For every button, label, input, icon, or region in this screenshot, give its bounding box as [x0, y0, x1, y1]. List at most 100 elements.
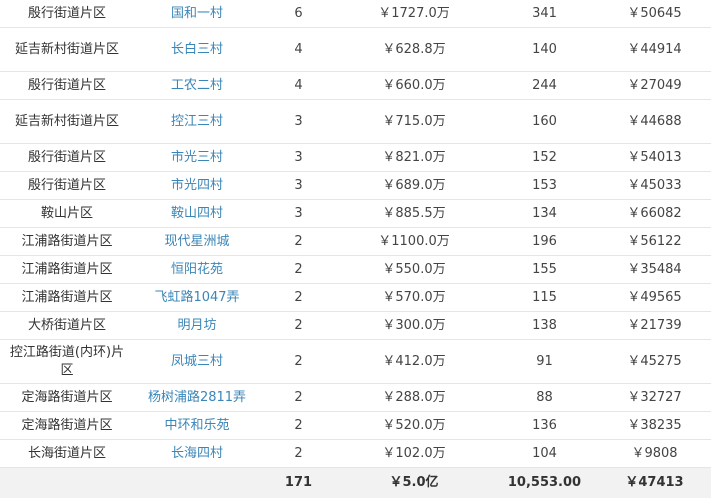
area-cell: 244: [491, 72, 598, 100]
area-cell: 140: [491, 28, 598, 72]
table-row: 江浦路街道片区 恒阳花苑 2 ￥550.0万 155 ￥35484: [0, 256, 711, 284]
table-row: 殷行街道片区 国和一村 6 ￥1727.0万 341 ￥50645: [0, 0, 711, 28]
area-cell: 88: [491, 384, 598, 412]
community-link[interactable]: 中环和乐苑: [164, 418, 229, 433]
table-row: 定海路街道片区 杨树浦路2811弄 2 ￥288.0万 88 ￥32727: [0, 384, 711, 412]
district-cell: 殷行街道片区: [0, 144, 134, 172]
community-cell: 现代星洲城: [134, 228, 260, 256]
unit-price-cell: ￥45275: [598, 340, 711, 384]
community-link[interactable]: 控江三村: [171, 114, 223, 129]
community-link[interactable]: 现代星洲城: [164, 234, 229, 249]
unit-price-cell: ￥44688: [598, 100, 711, 144]
community-link[interactable]: 鞍山四村: [171, 206, 223, 221]
district-cell: 江浦路街道片区: [0, 256, 134, 284]
table-row: 江浦路街道片区 现代星洲城 2 ￥1100.0万 196 ￥56122: [0, 228, 711, 256]
district-cell: 定海路街道片区: [0, 412, 134, 440]
count-cell: 3: [260, 200, 337, 228]
community-cell: 长白三村: [134, 28, 260, 72]
unit-price-cell: ￥27049: [598, 72, 711, 100]
totals-total-price-cell: ￥5.0亿: [337, 468, 491, 498]
district-cell: 长海街道片区: [0, 440, 134, 468]
unit-price-cell: ￥32727: [598, 384, 711, 412]
community-link[interactable]: 长海四村: [171, 446, 223, 461]
community-cell: 鞍山四村: [134, 200, 260, 228]
community-cell: 恒阳花苑: [134, 256, 260, 284]
table-row: 殷行街道片区 市光四村 3 ￥689.0万 153 ￥45033: [0, 172, 711, 200]
count-cell: 2: [260, 256, 337, 284]
area-cell: 115: [491, 284, 598, 312]
district-cell: 殷行街道片区: [0, 0, 134, 28]
count-cell: 2: [260, 312, 337, 340]
table-row: 殷行街道片区 工农二村 4 ￥660.0万 244 ￥27049: [0, 72, 711, 100]
count-cell: 2: [260, 284, 337, 312]
unit-price-cell: ￥35484: [598, 256, 711, 284]
community-link[interactable]: 市光四村: [171, 178, 223, 193]
table-row: 鞍山片区 鞍山四村 3 ￥885.5万 134 ￥66082: [0, 200, 711, 228]
community-link[interactable]: 工农二村: [171, 78, 223, 93]
community-cell: 长海四村: [134, 440, 260, 468]
area-cell: 160: [491, 100, 598, 144]
community-link[interactable]: 飞虹路1047弄: [154, 290, 239, 305]
count-cell: 2: [260, 440, 337, 468]
community-link[interactable]: 明月坊: [177, 318, 216, 333]
total-price-cell: ￥885.5万: [337, 200, 491, 228]
community-cell: 中环和乐苑: [134, 412, 260, 440]
totals-count-cell: 171: [260, 468, 337, 498]
table-body: 殷行街道片区 国和一村 6 ￥1727.0万 341 ￥50645 延吉新村街道…: [0, 0, 711, 498]
table-row: 大桥街道片区 明月坊 2 ￥300.0万 138 ￥21739: [0, 312, 711, 340]
totals-row: 171 ￥5.0亿 10,553.00 ￥47413: [0, 468, 711, 498]
area-cell: 155: [491, 256, 598, 284]
unit-price-cell: ￥50645: [598, 0, 711, 28]
table-row: 江浦路街道片区 飞虹路1047弄 2 ￥570.0万 115 ￥49565: [0, 284, 711, 312]
count-cell: 2: [260, 412, 337, 440]
count-cell: 3: [260, 144, 337, 172]
community-link[interactable]: 恒阳花苑: [171, 262, 223, 277]
totals-district-cell: [0, 468, 134, 498]
unit-price-cell: ￥38235: [598, 412, 711, 440]
area-cell: 138: [491, 312, 598, 340]
community-link[interactable]: 国和一村: [171, 6, 223, 21]
totals-unit-price-cell: ￥47413: [598, 468, 711, 498]
area-cell: 134: [491, 200, 598, 228]
table-row: 延吉新村街道片区 控江三村 3 ￥715.0万 160 ￥44688: [0, 100, 711, 144]
count-cell: 4: [260, 72, 337, 100]
total-price-cell: ￥628.8万: [337, 28, 491, 72]
community-cell: 工农二村: [134, 72, 260, 100]
community-cell: 杨树浦路2811弄: [134, 384, 260, 412]
total-price-cell: ￥821.0万: [337, 144, 491, 172]
district-cell: 延吉新村街道片区: [0, 28, 134, 72]
table-row: 长海街道片区 长海四村 2 ￥102.0万 104 ￥9808: [0, 440, 711, 468]
unit-price-cell: ￥49565: [598, 284, 711, 312]
total-price-cell: ￥715.0万: [337, 100, 491, 144]
community-link[interactable]: 凤城三村: [171, 354, 223, 369]
count-cell: 6: [260, 0, 337, 28]
table-row: 控江路街道(内环)片区 凤城三村 2 ￥412.0万 91 ￥45275: [0, 340, 711, 384]
area-cell: 136: [491, 412, 598, 440]
community-link[interactable]: 市光三村: [171, 150, 223, 165]
totals-community-cell: [134, 468, 260, 498]
totals-area-cell: 10,553.00: [491, 468, 598, 498]
area-cell: 196: [491, 228, 598, 256]
table-row: 延吉新村街道片区 长白三村 4 ￥628.8万 140 ￥44914: [0, 28, 711, 72]
total-price-cell: ￥102.0万: [337, 440, 491, 468]
community-cell: 飞虹路1047弄: [134, 284, 260, 312]
district-cell: 鞍山片区: [0, 200, 134, 228]
community-cell: 市光四村: [134, 172, 260, 200]
count-cell: 3: [260, 172, 337, 200]
total-price-cell: ￥660.0万: [337, 72, 491, 100]
district-cell: 定海路街道片区: [0, 384, 134, 412]
unit-price-cell: ￥56122: [598, 228, 711, 256]
community-cell: 国和一村: [134, 0, 260, 28]
district-cell: 江浦路街道片区: [0, 284, 134, 312]
district-cell: 控江路街道(内环)片区: [0, 340, 134, 384]
total-price-cell: ￥1100.0万: [337, 228, 491, 256]
total-price-cell: ￥550.0万: [337, 256, 491, 284]
total-price-cell: ￥412.0万: [337, 340, 491, 384]
community-link[interactable]: 长白三村: [171, 42, 223, 57]
unit-price-cell: ￥45033: [598, 172, 711, 200]
area-cell: 341: [491, 0, 598, 28]
community-cell: 控江三村: [134, 100, 260, 144]
district-cell: 殷行街道片区: [0, 72, 134, 100]
community-link[interactable]: 杨树浦路2811弄: [148, 390, 246, 405]
community-cell: 明月坊: [134, 312, 260, 340]
